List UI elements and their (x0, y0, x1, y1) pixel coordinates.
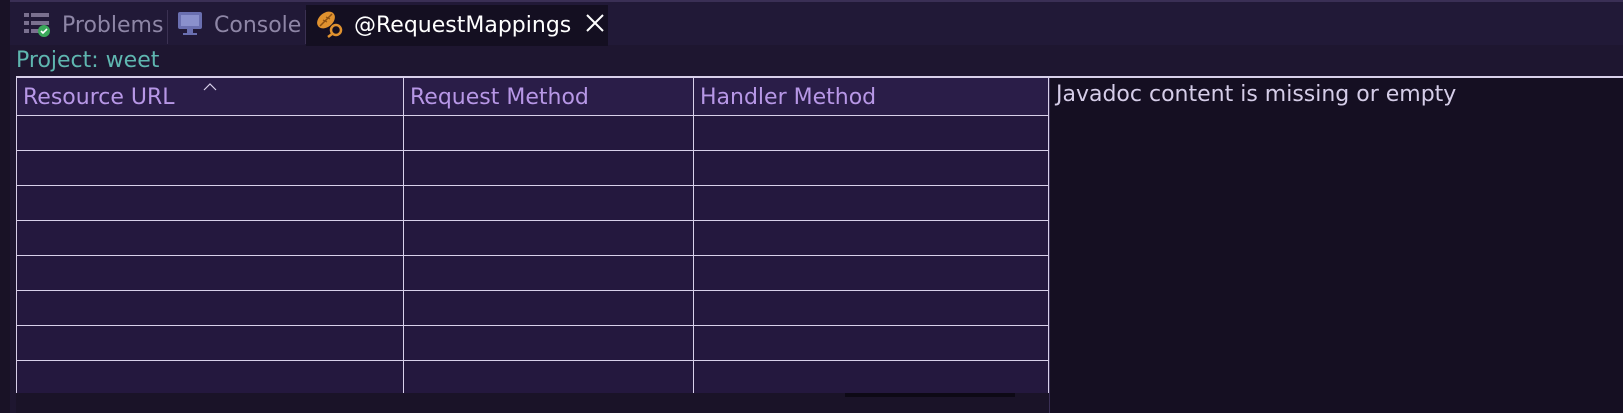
tab-label: Problems (62, 13, 164, 38)
table-row[interactable] (16, 256, 1049, 290)
table-row[interactable] (16, 291, 1049, 325)
cell-resource-url (16, 221, 403, 255)
grid-line (16, 220, 1049, 221)
mappings-table: Resource URL Request Method Handler Meth… (16, 78, 1049, 393)
grid-line (16, 185, 1049, 186)
grid-line (16, 290, 1049, 291)
table-header: Resource URL Request Method Handler Meth… (16, 78, 1049, 115)
tab-label: Console (214, 13, 302, 38)
request-mappings-view: Problems Console @RequestMappings Projec… (0, 0, 1623, 413)
cell-request-method (403, 151, 693, 185)
horizontal-scrollbar[interactable] (845, 393, 1015, 397)
cell-resource-url (16, 116, 403, 150)
cell-request-method (403, 221, 693, 255)
spring-leaf-icon (314, 8, 344, 44)
table-row[interactable] (16, 221, 1049, 255)
javadoc-message: Javadoc content is missing or empty (1056, 82, 1457, 107)
table-row[interactable] (16, 116, 1049, 150)
table-row[interactable] (16, 326, 1049, 360)
cell-handler-method (693, 151, 1049, 185)
grid-line (16, 115, 1049, 116)
grid-line (16, 150, 1049, 151)
problems-list-icon (22, 9, 52, 43)
column-divider[interactable] (693, 78, 694, 393)
column-header-handler-method[interactable]: Handler Method (693, 78, 1049, 115)
cell-resource-url (16, 256, 403, 290)
cell-resource-url (16, 326, 403, 360)
tab-request-mappings[interactable]: @RequestMappings (306, 5, 608, 46)
view-tab-bar: Problems Console @RequestMappings (10, 2, 1623, 46)
grid-line (16, 325, 1049, 326)
cell-handler-method (693, 256, 1049, 290)
cell-handler-method (693, 186, 1049, 220)
cell-handler-method (693, 326, 1049, 360)
tab-separator (167, 10, 168, 44)
tab-console[interactable]: Console (176, 5, 301, 46)
sort-ascending-icon (203, 76, 217, 91)
cell-handler-method (693, 221, 1049, 255)
cell-request-method (403, 361, 693, 393)
column-divider[interactable] (403, 78, 404, 393)
cell-handler-method (693, 116, 1049, 150)
console-monitor-icon (176, 9, 204, 43)
cell-request-method (403, 326, 693, 360)
table-row[interactable] (16, 186, 1049, 220)
grid-line (16, 255, 1049, 256)
cell-request-method (403, 256, 693, 290)
grid-line (16, 78, 17, 393)
tab-label: @RequestMappings (354, 13, 572, 38)
table-row[interactable] (16, 361, 1049, 393)
javadoc-pane: Javadoc content is missing or empty (1049, 78, 1623, 413)
project-label: Project: weet (16, 48, 160, 73)
cell-resource-url (16, 361, 403, 393)
cell-resource-url (16, 291, 403, 325)
cell-request-method (403, 116, 693, 150)
grid-line (16, 360, 1049, 361)
cell-request-method (403, 291, 693, 325)
cell-resource-url (16, 186, 403, 220)
close-icon[interactable] (585, 13, 605, 39)
cell-resource-url (16, 151, 403, 185)
column-header-request-method[interactable]: Request Method (403, 78, 693, 115)
cell-handler-method (693, 361, 1049, 393)
cell-request-method (403, 186, 693, 220)
left-gutter (0, 0, 10, 413)
cell-handler-method (693, 291, 1049, 325)
table-row[interactable] (16, 151, 1049, 185)
tab-problems[interactable]: Problems (22, 5, 163, 46)
